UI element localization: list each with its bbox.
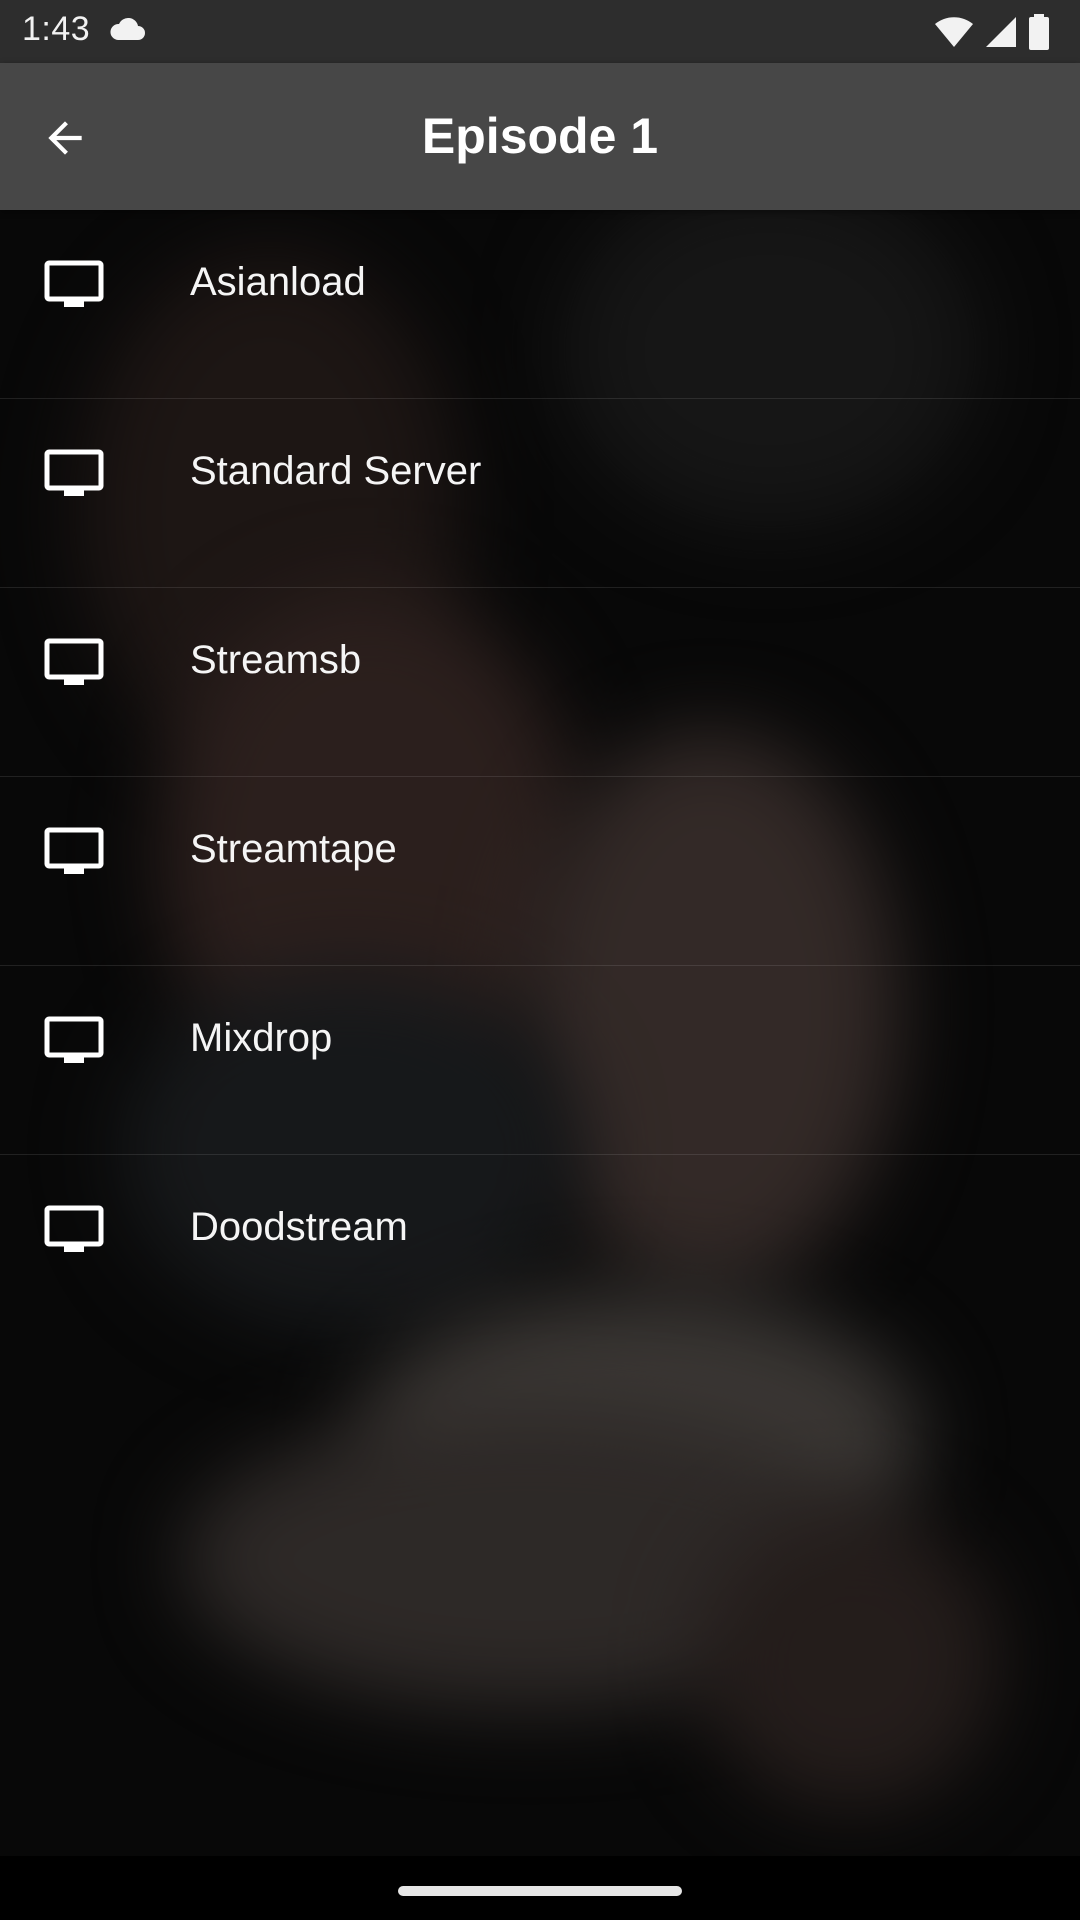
server-list: Asianload Standard Server Streamsb Strea… <box>0 210 1080 1343</box>
tv-icon <box>44 1016 104 1063</box>
status-bar: 1:43 <box>0 0 1080 63</box>
status-icons <box>934 12 1050 52</box>
server-label: Streamsb <box>190 638 362 682</box>
status-time: 1:43 <box>22 10 91 48</box>
battery-icon <box>1029 14 1049 50</box>
tv-icon <box>44 1205 104 1252</box>
home-gesture-handle[interactable] <box>398 1886 682 1896</box>
server-label: Doodstream <box>190 1205 408 1249</box>
server-label: Streamtape <box>190 827 397 871</box>
server-item-standard-server[interactable]: Standard Server <box>0 399 1080 588</box>
server-item-doodstream[interactable]: Doodstream <box>0 1155 1080 1343</box>
navigation-bar <box>0 1856 1080 1920</box>
cloud-icon <box>110 17 145 40</box>
signal-icon <box>986 17 1016 47</box>
server-label: Mixdrop <box>190 1016 333 1060</box>
app-bar: Episode 1 <box>0 63 1080 210</box>
tv-icon <box>44 449 104 496</box>
server-item-asianload[interactable]: Asianload <box>0 210 1080 399</box>
server-item-streamtape[interactable]: Streamtape <box>0 777 1080 966</box>
server-label: Standard Server <box>190 449 482 493</box>
server-item-mixdrop[interactable]: Mixdrop <box>0 966 1080 1155</box>
screen: 1:43 Episode 1 Asianload Standard Server… <box>0 0 1080 1920</box>
wifi-icon <box>935 17 973 47</box>
page-title: Episode 1 <box>421 108 659 164</box>
tv-icon <box>44 638 104 685</box>
tv-icon <box>44 260 104 307</box>
server-label: Asianload <box>190 260 366 304</box>
tv-icon <box>44 827 104 874</box>
server-item-streamsb[interactable]: Streamsb <box>0 588 1080 777</box>
